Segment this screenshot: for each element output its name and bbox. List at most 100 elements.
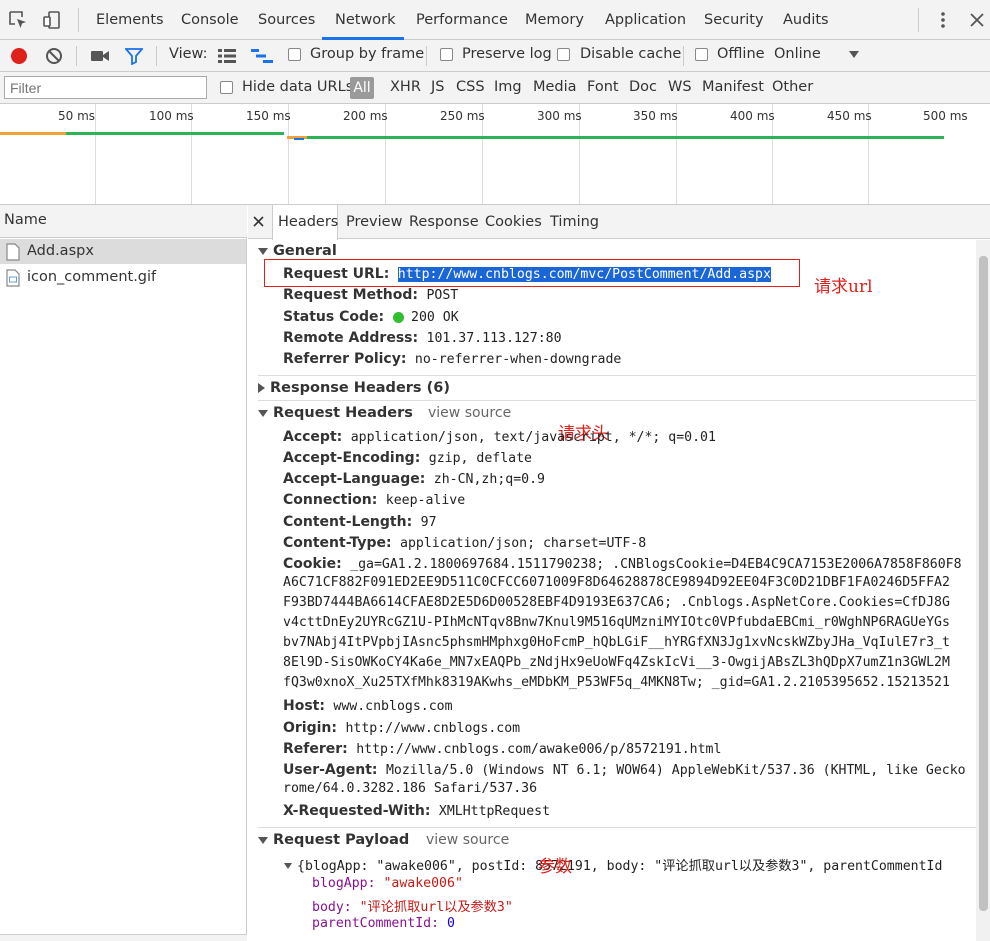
section-divider bbox=[258, 400, 976, 401]
cookie-value-line: 8El9D-SisOWKoCY4Ka6e_MN7xEAQPb_zNdjHx9eU… bbox=[283, 655, 950, 670]
tab-audits[interactable]: Audits bbox=[783, 0, 829, 40]
user-agent-row: User-Agent: Mozilla/5.0 (Windows NT 6.1;… bbox=[283, 760, 976, 802]
request-name[interactable]: icon_comment.gif bbox=[27, 269, 156, 285]
toolbar-separator bbox=[426, 46, 427, 66]
filter-icon[interactable] bbox=[123, 45, 145, 67]
header-value: Mozilla/5.0 (Windows NT 6.1; WOW64) Appl… bbox=[385, 763, 966, 778]
payload-key: blogApp: bbox=[312, 876, 376, 891]
inspect-element-icon[interactable] bbox=[6, 8, 30, 32]
request-url-value[interactable]: http://www.cnblogs.com/mvc/PostComment/A… bbox=[397, 267, 771, 282]
capture-screenshots-icon[interactable] bbox=[89, 45, 111, 67]
header-value: http://www.cnblogs.com bbox=[345, 721, 521, 736]
general-section-toggle[interactable]: General bbox=[258, 243, 337, 259]
tab-console[interactable]: Console bbox=[181, 0, 239, 40]
timeline-tick-label: 400 ms bbox=[730, 109, 775, 123]
record-icon[interactable] bbox=[8, 45, 30, 67]
chevron-down-icon[interactable] bbox=[846, 46, 862, 62]
payload-key: body: bbox=[312, 900, 352, 915]
header-key: Referer: bbox=[283, 741, 348, 757]
expand-triangle-icon bbox=[258, 409, 268, 417]
tab-elements[interactable]: Elements bbox=[96, 0, 164, 40]
timeline-marker bbox=[294, 138, 304, 140]
header-value: www.cnblogs.com bbox=[333, 699, 453, 714]
large-request-rows-icon[interactable] bbox=[216, 45, 238, 67]
detail-tab-timing[interactable]: Timing bbox=[550, 214, 599, 230]
header-value: application/json; charset=UTF-8 bbox=[400, 536, 647, 551]
tab-network[interactable]: Network bbox=[335, 0, 396, 40]
filter-input[interactable] bbox=[4, 76, 207, 99]
x-requested-with-row: X-Requested-With: XMLHttpRequest bbox=[283, 801, 550, 822]
response-headers-title: Response Headers (6) bbox=[270, 380, 450, 396]
request-payload-toggle[interactable]: Request Payload bbox=[258, 832, 409, 848]
accept-encoding-row: Accept-Encoding: gzip, deflate bbox=[283, 448, 532, 469]
detail-tab-cookies[interactable]: Cookies bbox=[485, 214, 542, 230]
header-key: Content-Type: bbox=[283, 535, 392, 551]
request-headers-toggle[interactable]: Request Headers bbox=[258, 405, 413, 421]
clear-icon[interactable] bbox=[43, 45, 65, 67]
timeline-tick-label: 200 ms bbox=[343, 109, 388, 123]
detail-tab-headers[interactable]: Headers bbox=[278, 214, 338, 230]
filter-type-xhr[interactable]: XHR bbox=[390, 79, 421, 95]
filter-type-css[interactable]: CSS bbox=[456, 79, 485, 95]
tab-application[interactable]: Application bbox=[605, 0, 686, 40]
tab-memory[interactable]: Memory bbox=[525, 0, 584, 40]
close-detail-icon[interactable] bbox=[250, 213, 266, 229]
more-options-icon[interactable] bbox=[932, 8, 954, 32]
expand-triangle-icon bbox=[258, 247, 268, 255]
cookie-value-line: v4cttDnEy2UYRcGZ1U-PIhMcNTqv8Bnw7Knul9M5… bbox=[283, 615, 950, 630]
filter-type-other[interactable]: Other bbox=[772, 79, 813, 95]
expand-triangle-icon bbox=[284, 863, 292, 869]
tab-security[interactable]: Security bbox=[704, 0, 764, 40]
request-url-row: Request URL: http://www.cnblogs.com/mvc/… bbox=[283, 264, 771, 285]
device-toolbar-icon[interactable] bbox=[40, 8, 64, 32]
filter-type-img[interactable]: Img bbox=[494, 79, 522, 95]
header-key: Request Method: bbox=[283, 287, 418, 303]
close-devtools-icon[interactable] bbox=[966, 8, 988, 32]
timeline-tick-label: 250 ms bbox=[440, 109, 485, 123]
scrollbar-thumb[interactable] bbox=[979, 256, 988, 911]
filter-type-media[interactable]: Media bbox=[533, 79, 577, 95]
name-column-header[interactable]: Name bbox=[4, 212, 47, 228]
timeline-tick-label: 300 ms bbox=[537, 109, 582, 123]
header-value: 97 bbox=[420, 515, 437, 530]
detail-tab-preview[interactable]: Preview bbox=[346, 214, 402, 230]
payload-number-value: 0 bbox=[447, 916, 455, 931]
offline-checkbox[interactable] bbox=[695, 48, 708, 61]
origin-row: Origin: http://www.cnblogs.com bbox=[283, 718, 520, 739]
payload-property-body: body: "评论抓取url以及参数3" bbox=[312, 896, 513, 915]
cookie-value-line: A6C71CF882F091ED2EE9D511C0CFCC6071009F8D… bbox=[283, 575, 950, 590]
filter-type-font[interactable]: Font bbox=[587, 79, 619, 95]
request-name[interactable]: Add.aspx bbox=[27, 243, 94, 259]
header-value: zh-CN,zh;q=0.9 bbox=[433, 472, 545, 487]
header-value: no-referrer-when-downgrade bbox=[414, 352, 622, 367]
cookie-value-line: _ga=GA1.2.1800697684.1511790238; .CNBlog… bbox=[350, 557, 962, 572]
hide-data-urls-label: Hide data URLs bbox=[242, 79, 354, 95]
cookie-value-line: fQ3w0xnoX_Xu25TXfMhk8319AKwhs_eMDbKM_P53… bbox=[283, 675, 950, 690]
header-key: Remote Address: bbox=[283, 330, 419, 346]
section-divider bbox=[258, 827, 976, 828]
filter-type-all[interactable]: All bbox=[350, 77, 374, 99]
tab-performance[interactable]: Performance bbox=[416, 0, 508, 40]
status-dot-icon bbox=[392, 311, 404, 323]
throttling-select[interactable]: Online bbox=[774, 46, 821, 62]
tab-sources[interactable]: Sources bbox=[258, 0, 315, 40]
referrer-policy-row: Referrer Policy: no-referrer-when-downgr… bbox=[283, 349, 621, 370]
group-by-frame-checkbox[interactable] bbox=[288, 48, 301, 61]
waterfall-overview-icon[interactable] bbox=[250, 45, 274, 67]
hide-data-urls-checkbox[interactable] bbox=[220, 81, 233, 94]
disable-cache-label: Disable cache bbox=[580, 46, 682, 62]
filter-type-js[interactable]: JS bbox=[431, 79, 444, 95]
view-source-link[interactable]: view source bbox=[428, 405, 511, 421]
status-code-row: Status Code: 200 OK bbox=[283, 307, 459, 328]
filter-type-manifest[interactable]: Manifest bbox=[702, 79, 764, 95]
payload-object-summary[interactable]: {blogApp: "awake006", postId: 8572191, b… bbox=[284, 855, 976, 877]
filter-type-doc[interactable]: Doc bbox=[629, 79, 657, 95]
accept-language-row: Accept-Language: zh-CN,zh;q=0.9 bbox=[283, 469, 545, 490]
disable-cache-checkbox[interactable] bbox=[557, 48, 570, 61]
payload-string-value: "awake006" bbox=[383, 876, 463, 891]
filter-type-ws[interactable]: WS bbox=[668, 79, 692, 95]
response-headers-toggle[interactable]: Response Headers (6) bbox=[258, 380, 450, 396]
view-source-link[interactable]: view source bbox=[426, 832, 509, 848]
detail-tab-response[interactable]: Response bbox=[409, 214, 479, 230]
preserve-log-checkbox[interactable] bbox=[440, 48, 453, 61]
